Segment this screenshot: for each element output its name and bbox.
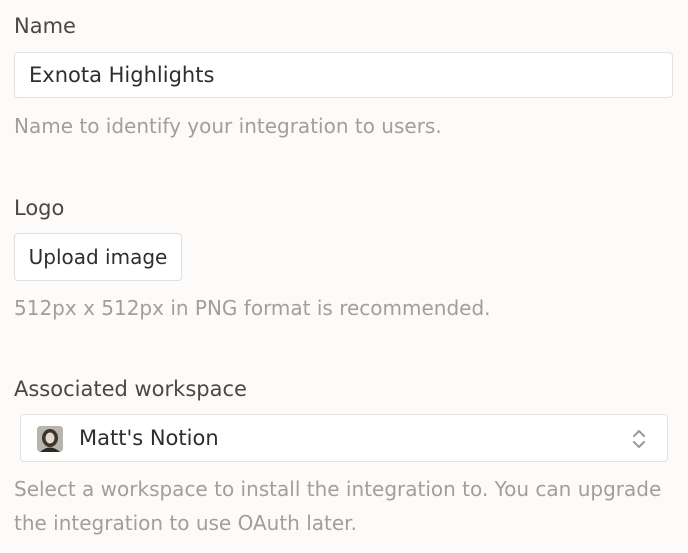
chevron-up-down-icon [629, 427, 649, 451]
workspace-help-text: Select a workspace to install the integr… [14, 477, 662, 535]
avatar-icon [37, 426, 63, 452]
name-help-text: Name to identify your integration to use… [14, 114, 442, 138]
logo-help-text: 512px x 512px in PNG format is recommend… [14, 296, 491, 320]
name-input[interactable]: Exnota Highlights [14, 52, 673, 98]
workspace-label: Associated workspace [14, 377, 247, 401]
integration-settings-form: Name Exnota Highlights Name to identify … [0, 0, 688, 553]
upload-image-button[interactable]: Upload image [14, 233, 182, 281]
workspace-select[interactable]: Matt's Notion [20, 414, 668, 462]
logo-label: Logo [14, 196, 65, 220]
name-label: Name [14, 14, 76, 38]
workspace-select-value: Matt's Notion [79, 426, 219, 450]
